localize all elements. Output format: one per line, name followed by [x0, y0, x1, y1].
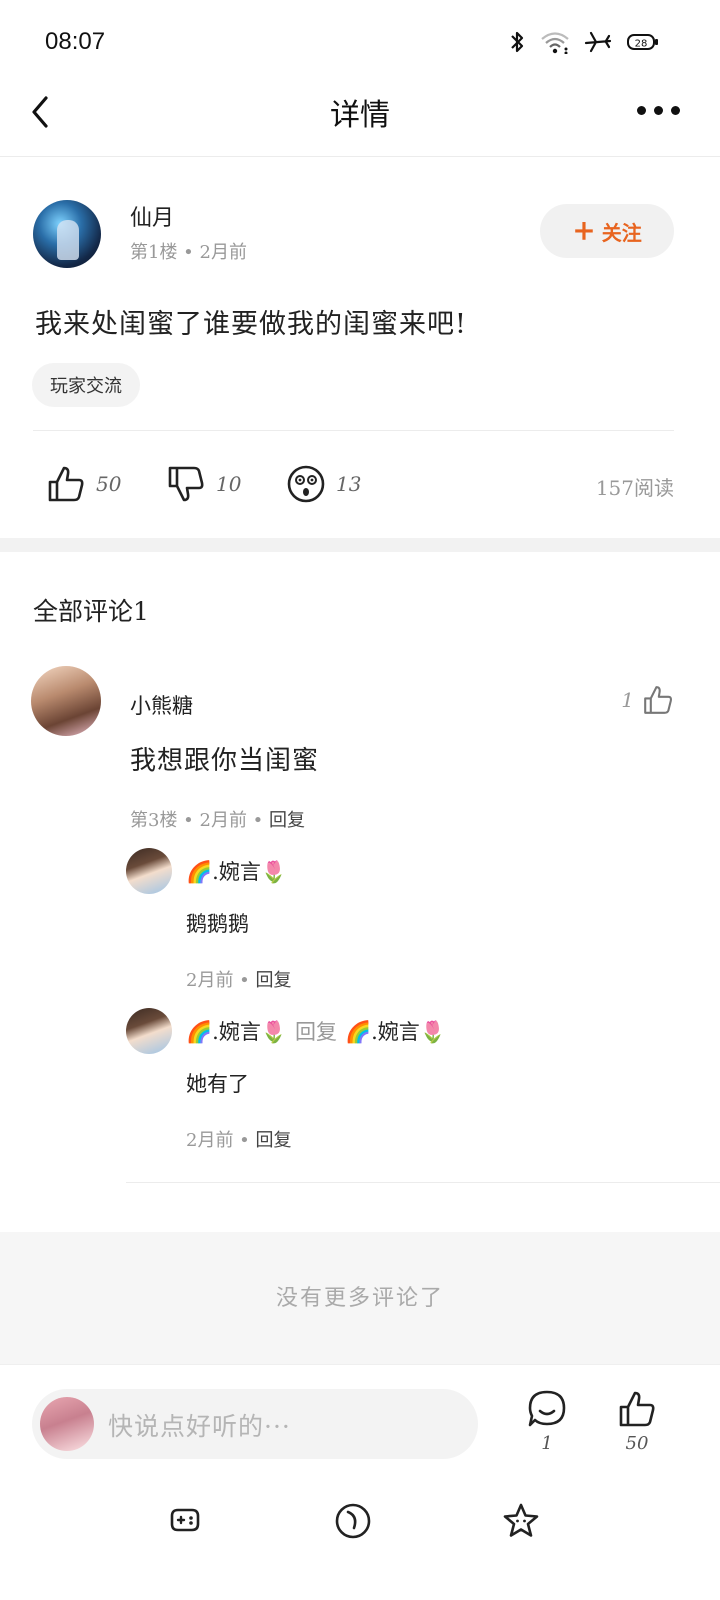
- reaction-count: 13: [336, 472, 362, 496]
- post-actions: 50 10 13 157阅读: [0, 458, 720, 514]
- dislike-count: 10: [216, 472, 242, 496]
- thumbs-down-icon: [168, 466, 204, 502]
- compass-icon[interactable]: [334, 1502, 372, 1540]
- surprised-face-icon: [287, 465, 325, 503]
- comments-title: 全部评论1: [33, 597, 149, 626]
- status-icons: 28: [508, 30, 660, 54]
- top-nav-bar: 详情: [0, 80, 720, 157]
- wifi-icon: [541, 32, 569, 54]
- page-title: 详情: [330, 98, 390, 133]
- divider: [33, 430, 674, 431]
- like-button[interactable]: 50: [46, 464, 121, 504]
- reply-meta-text: 2月前 •: [186, 970, 256, 991]
- section-separator: [0, 538, 720, 552]
- reply-to-name[interactable]: 🌈.婉言🌷: [345, 1016, 446, 1046]
- reply-meta: 2月前 • 回复: [186, 966, 292, 992]
- reply-meta-text: 2月前 •: [186, 1130, 256, 1151]
- bottom-like-button[interactable]: 50: [607, 1389, 667, 1454]
- reply-avatar[interactable]: [126, 848, 172, 894]
- status-time: 08:07: [45, 28, 106, 55]
- reaction-button[interactable]: 13: [286, 464, 361, 504]
- post-meta: 第1楼 • 2月前: [130, 242, 247, 263]
- battery-icon: 28: [627, 34, 658, 50]
- bottom-like-count: 50: [625, 1433, 649, 1454]
- thumbs-up-icon: [619, 1391, 655, 1427]
- comment-bubble-icon: [528, 1390, 566, 1427]
- reply-meta: 2月前 • 回复: [186, 1126, 292, 1152]
- reply-to-word: 回复: [294, 1020, 337, 1044]
- dislike-button[interactable]: 10: [166, 464, 241, 504]
- bottom-nav: [0, 1490, 720, 1560]
- post-content: 我来处闺蜜了谁要做我的闺蜜来吧!: [35, 309, 467, 340]
- reply-author-name[interactable]: 🌈.婉言🌷: [186, 1016, 287, 1046]
- author-name[interactable]: 仙月: [130, 200, 174, 232]
- commenter-name[interactable]: 小熊糖: [130, 690, 193, 720]
- reply-reply-link[interactable]: 回复: [256, 1130, 292, 1151]
- plus-icon: +: [572, 214, 596, 247]
- comment-meta: 第3楼 • 2月前 • 回复: [130, 806, 305, 832]
- follow-button[interactable]: + 关注: [540, 204, 674, 258]
- comment-button[interactable]: 1: [517, 1389, 577, 1454]
- reply-reply-link[interactable]: 回复: [256, 970, 292, 991]
- comment-input[interactable]: 快说点好听的···: [32, 1389, 478, 1459]
- comment-input-bar: 快说点好听的··· 1 50: [0, 1364, 720, 1474]
- star-icon[interactable]: [502, 1502, 540, 1540]
- comment-like-button[interactable]: 1: [621, 684, 674, 716]
- comment-count: 1: [541, 1433, 553, 1454]
- thumbs-up-icon: [644, 686, 672, 714]
- comment-like-count: 1: [621, 688, 634, 712]
- comment-input-placeholder: 快说点好听的···: [108, 1412, 291, 1441]
- no-more-comments-text: 没有更多评论了: [275, 1286, 444, 1311]
- airplane-mode-icon: [584, 31, 612, 53]
- comment-meta-text: 第3楼 • 2月前 •: [130, 810, 270, 831]
- status-bar: 08:07 28: [0, 0, 720, 80]
- reply-header: 🌈.婉言🌷 回复 🌈.婉言🌷: [186, 1016, 446, 1046]
- svg-text:28: 28: [635, 39, 648, 50]
- post-card: 仙月 第1楼 • 2月前 + 关注 我来处闺蜜了谁要做我的闺蜜来吧! 玩家交流 …: [0, 158, 720, 548]
- topic-tag[interactable]: 玩家交流: [32, 363, 140, 407]
- reply-text: 她有了: [186, 1072, 249, 1096]
- game-controller-icon[interactable]: [166, 1502, 204, 1540]
- thumbs-up-icon: [48, 466, 84, 502]
- divider: [126, 1182, 720, 1183]
- read-count: 157阅读: [595, 476, 674, 500]
- my-avatar: [40, 1397, 94, 1451]
- like-count: 50: [96, 472, 122, 496]
- comment-reply-link[interactable]: 回复: [269, 810, 305, 831]
- follow-label: 关注: [601, 220, 642, 245]
- more-horizontal-icon[interactable]: [637, 106, 680, 115]
- end-of-comments: 没有更多评论了: [0, 1232, 720, 1364]
- bluetooth-icon: [511, 31, 524, 53]
- reply-avatar[interactable]: [126, 1008, 172, 1054]
- reply-text: 鹅鹅鹅: [186, 912, 249, 936]
- author-avatar[interactable]: [33, 200, 101, 268]
- comment-text: 我想跟你当闺蜜: [130, 746, 320, 776]
- commenter-avatar[interactable]: [31, 666, 101, 736]
- reply-author-name[interactable]: 🌈.婉言🌷: [186, 856, 287, 886]
